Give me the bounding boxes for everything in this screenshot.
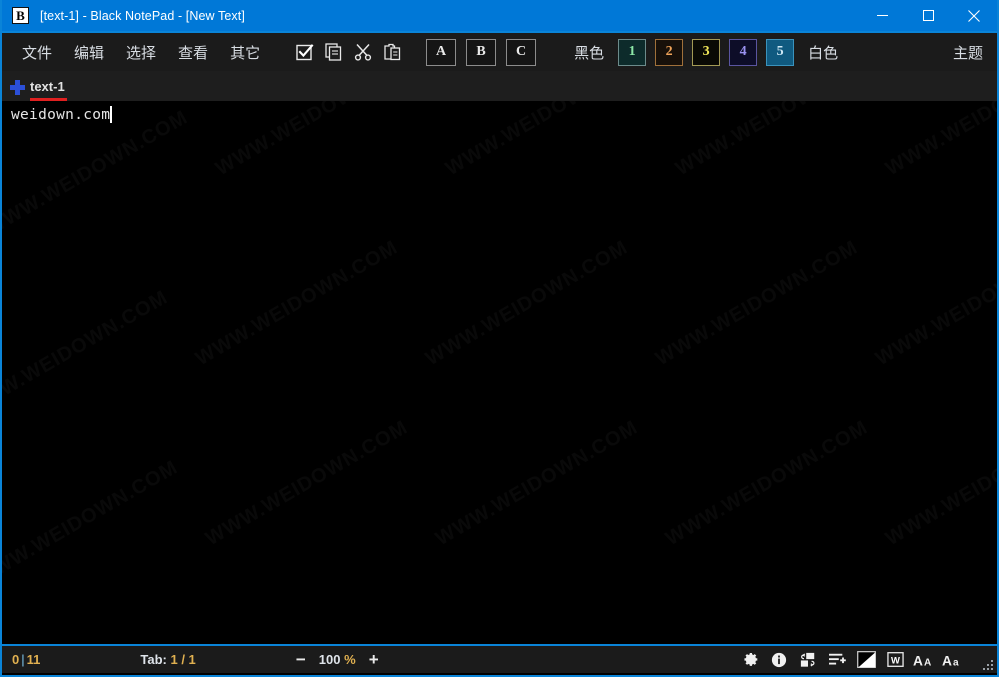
menu-item-edit[interactable]: 编辑 (66, 40, 112, 65)
status-bar-icon-group: W A A A a (735, 649, 967, 671)
contrast-icon[interactable] (852, 649, 880, 671)
watermark-text: WWW.WEIDOWN.COM (202, 416, 412, 551)
zoom-percent-sign: % (344, 652, 356, 667)
watermark-text: WWW.WEIDOWN.COM (432, 416, 642, 551)
theme-swatch-1[interactable]: 1 (618, 38, 647, 66)
svg-text:W: W (891, 655, 900, 666)
watermark-text: WWW.WEIDOWN.COM (2, 106, 192, 241)
convert-icon[interactable] (794, 649, 822, 671)
toolbar-container: 文件 编辑 选择 查看 其它 A B C 黑色 1 2 3 4 5 白色 主题 (2, 31, 997, 71)
tab-label: text-1 (30, 79, 65, 94)
settings-gear-icon[interactable] (736, 649, 764, 671)
white-theme-label[interactable]: 白色 (808, 42, 838, 63)
plus-icon[interactable] (10, 79, 25, 95)
black-theme-label[interactable]: 黑色 (574, 42, 604, 63)
font-increase-icon[interactable]: A A (910, 649, 938, 671)
theme-swatch-group: 1 2 3 4 5 (618, 38, 795, 66)
toolbar: 文件 编辑 选择 查看 其它 A B C 黑色 1 2 3 4 5 白色 主题 (2, 33, 997, 71)
close-button[interactable] (951, 0, 997, 31)
minimize-button[interactable] (859, 0, 905, 31)
tab-counter-label: Tab: (140, 652, 167, 667)
watermark-text: WWW.WEIDOWN.COM (882, 416, 997, 551)
menu-item-other[interactable]: 其它 (222, 40, 268, 65)
tab-counter: Tab: 1 / 1 (140, 652, 195, 667)
copy-icon[interactable] (319, 37, 348, 67)
zoom-level-value: 100 % (319, 652, 356, 667)
resize-grip[interactable] (980, 657, 993, 670)
tab-counter-value: 1 / 1 (170, 652, 196, 667)
svg-text:a: a (953, 657, 959, 668)
zoom-controls: − 100 % + (291, 650, 384, 670)
paste-icon[interactable] (377, 37, 406, 67)
cut-icon[interactable] (348, 37, 377, 67)
svg-text:A: A (913, 653, 923, 668)
font-preset-c-button[interactable]: C (506, 38, 537, 66)
maximize-button[interactable] (905, 0, 951, 31)
theme-swatch-2[interactable]: 2 (655, 38, 684, 66)
font-decrease-icon[interactable]: A a (939, 649, 967, 671)
cursor-position-right: 11 (26, 652, 41, 667)
menu-item-select[interactable]: 选择 (118, 40, 164, 65)
cursor-position-indicator: 0 | 11 (12, 652, 40, 667)
window-title: [text-1] - Black NotePad - [New Text] (40, 8, 245, 23)
zoom-out-button[interactable]: − (291, 650, 311, 670)
svg-text:A: A (924, 657, 932, 668)
editor-text: weidown.com (11, 106, 111, 123)
watermark-text: WWW.WEIDOWN.COM (422, 236, 632, 371)
status-bar: 0 | 11 Tab: 1 / 1 − 100 % + W A A A a (2, 644, 997, 673)
title-bar: B [text-1] - Black NotePad - [New Text] (2, 0, 997, 31)
svg-text:A: A (942, 653, 952, 668)
text-editor-area[interactable]: WWW.WEIDOWN.COM WWW.WEIDOWN.COM WWW.WEID… (2, 101, 997, 644)
theme-menu-button[interactable]: 主题 (953, 42, 983, 63)
insert-line-icon[interactable] (823, 649, 851, 671)
theme-swatch-4[interactable]: 4 (729, 38, 758, 66)
info-icon[interactable] (765, 649, 793, 671)
watermark-text: WWW.WEIDOWN.COM (662, 416, 872, 551)
zoom-number: 100 (318, 652, 341, 667)
font-preset-a-button[interactable]: A (426, 38, 457, 66)
app-window: B [text-1] - Black NotePad - [New Text] … (0, 0, 999, 677)
watermark-text: WWW.WEIDOWN.COM (652, 236, 862, 371)
menu-item-file[interactable]: 文件 (14, 40, 60, 65)
select-all-checkbox-icon[interactable] (290, 37, 319, 67)
editor-first-line[interactable]: weidown.com (2, 101, 997, 123)
word-wrap-icon[interactable]: W (881, 649, 909, 671)
watermark-text: WWW.WEIDOWN.COM (2, 286, 172, 421)
watermark-text: WWW.WEIDOWN.COM (872, 236, 997, 371)
text-caret (110, 106, 112, 123)
theme-swatch-3[interactable]: 3 (692, 38, 721, 66)
watermark-text: WWW.WEIDOWN.COM (192, 236, 402, 371)
watermark-layer: WWW.WEIDOWN.COM WWW.WEIDOWN.COM WWW.WEID… (2, 101, 997, 644)
tab-bar: text-1 (2, 71, 997, 101)
watermark-text: WWW.WEIDOWN.COM (2, 456, 182, 591)
menu-item-view[interactable]: 查看 (170, 40, 216, 65)
cursor-position-separator: | (21, 652, 25, 667)
tab-text-1[interactable]: text-1 (10, 73, 73, 101)
font-preset-b-button[interactable]: B (466, 38, 497, 66)
theme-swatch-5[interactable]: 5 (766, 38, 795, 66)
app-logo-icon: B (12, 7, 29, 24)
cursor-position-left: 0 (12, 652, 20, 667)
zoom-in-button[interactable]: + (364, 650, 384, 670)
